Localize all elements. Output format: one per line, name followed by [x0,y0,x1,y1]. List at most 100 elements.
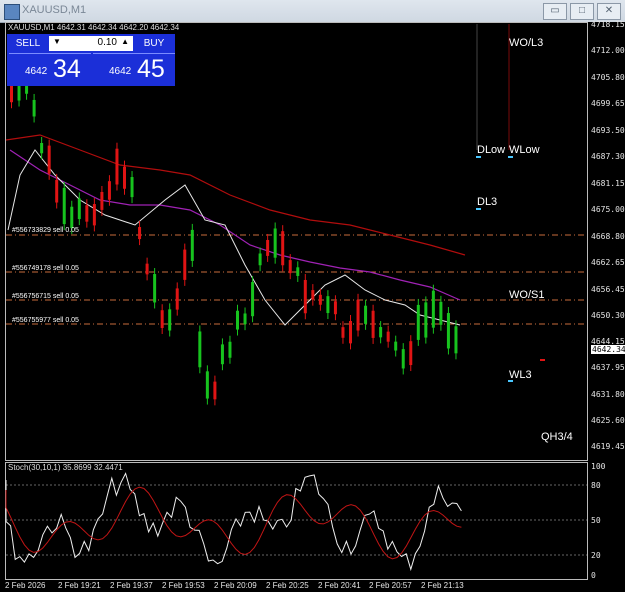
candle-body [85,205,89,222]
candle-body [40,143,44,154]
level-wo-l3: WO/L3 [509,37,544,49]
time-tick: 2 Feb 20:57 [369,581,412,590]
candle-body [32,99,36,117]
level-dlow: DLow [477,144,506,156]
candle-body [379,327,383,338]
sell-button[interactable]: SELL [9,36,47,52]
stochastic-level: 50 [591,516,601,525]
candle-body [160,310,164,328]
candle-body [439,301,443,325]
buy-button[interactable]: BUY [135,36,173,52]
candle-body [318,294,322,305]
candle-body [371,310,375,338]
time-tick: 2 Feb 20:09 [214,581,257,590]
level-dl3: DL3 [477,196,498,208]
price-tick: 4681.15 [591,179,625,188]
level-wlow: WLow [509,144,540,156]
candle-body [243,313,247,325]
candle-body [190,229,194,261]
lot-size-field[interactable]: ▼ 0.10 ▲ [49,36,133,51]
candle-body [356,299,360,331]
candle-body [341,327,345,338]
order-label-3: #556756715 sell 0.05 [12,293,79,300]
sell-price-pips: 34 [53,55,81,83]
candle-body [266,239,270,256]
time-tick: 2 Feb 20:41 [318,581,361,590]
lot-up-icon[interactable]: ▲ [121,37,129,46]
price-tick: 4712.00 [591,46,625,55]
lot-size-value: 0.10 [97,37,117,48]
candle-body [55,179,59,203]
candle-body [364,305,368,324]
dl3-marker [476,208,481,210]
time-axis: 2 Feb 2026 2 Feb 19:21 2 Feb 19:37 2 Feb… [0,580,588,592]
candle-body [251,282,255,317]
candle-body [92,204,96,226]
candle-body [258,253,262,266]
price-tick: 4705.80 [591,73,625,82]
candle-body [47,145,51,174]
price-marker [540,359,545,361]
order-label-1: #556733829 sell 0.05 [12,227,79,234]
sell-price-box[interactable]: 4642 34 [9,53,91,85]
candle-body [168,309,172,331]
time-tick: 2 Feb 19:21 [58,581,101,590]
price-tick: 4656.45 [591,285,625,294]
buy-price-box[interactable]: 4642 45 [93,53,175,85]
sell-price-prefix: 4642 [25,66,48,77]
time-tick: 2 Feb 19:37 [110,581,153,590]
candle-body [220,344,224,365]
candle-body [100,191,104,210]
candle-body [145,263,149,275]
candle-body [130,177,134,198]
candle-body [138,227,142,240]
candle-body [394,341,398,351]
candle-body [153,274,157,303]
candle-body [175,288,179,310]
time-tick: 2 Feb 19:53 [162,581,205,590]
stochastic-level: 80 [591,481,601,490]
price-tick: 4631.80 [591,390,625,399]
candle-body [349,321,352,344]
wlow-marker [508,156,513,158]
candle-body [77,198,81,220]
price-tick: 4699.65 [591,99,625,108]
time-tick: 2 Feb 20:25 [266,581,309,590]
price-tick: 4625.60 [591,416,625,425]
candle-body [115,148,119,185]
wl3-marker [508,380,513,382]
candle-body [431,290,435,328]
price-tick: 4687.30 [591,152,625,161]
buy-price-pips: 45 [137,55,165,83]
stochastic-level: 100 [591,462,606,471]
level-qh3-4: QH3/4 [541,431,573,443]
one-click-trading-panel: SELL ▼ 0.10 ▲ BUY 4642 34 4642 45 [7,34,175,86]
chart-header: XAUUSD,M1 4642.31 4642.34 4642.20 4642.3… [8,23,180,32]
candle-body [386,331,390,342]
price-tick: 4650.30 [591,311,625,320]
candle-body [409,341,413,366]
price-tick: 4693.50 [591,126,625,135]
moving-average-mid [9,149,461,301]
price-tick: 4619.45 [591,442,625,451]
candle-body [62,187,66,225]
lot-down-icon[interactable]: ▼ [53,37,61,46]
candle-body [333,301,337,315]
candle-body [281,231,285,266]
price-tick: 4637.95 [591,363,625,372]
current-bid-label: 4642.34 [591,345,625,354]
candle-body [205,371,209,399]
level-wo-s1: WO/S1 [509,289,545,301]
stochastic-title: Stoch(30,10,1) 35.8699 32.4471 [8,463,123,472]
order-label-2: #556749178 sell 0.05 [12,265,79,272]
time-tick: 2 Feb 2026 [5,581,46,590]
candle-body [198,331,202,368]
candle-body [107,181,111,200]
candle-body [446,313,450,349]
stochastic-level: 20 [591,551,601,560]
time-tick: 2 Feb 21:13 [421,581,464,590]
price-tick: 4662.65 [591,258,625,267]
candle-body [273,228,277,258]
candle-body [311,290,315,300]
candle-body [326,296,330,314]
